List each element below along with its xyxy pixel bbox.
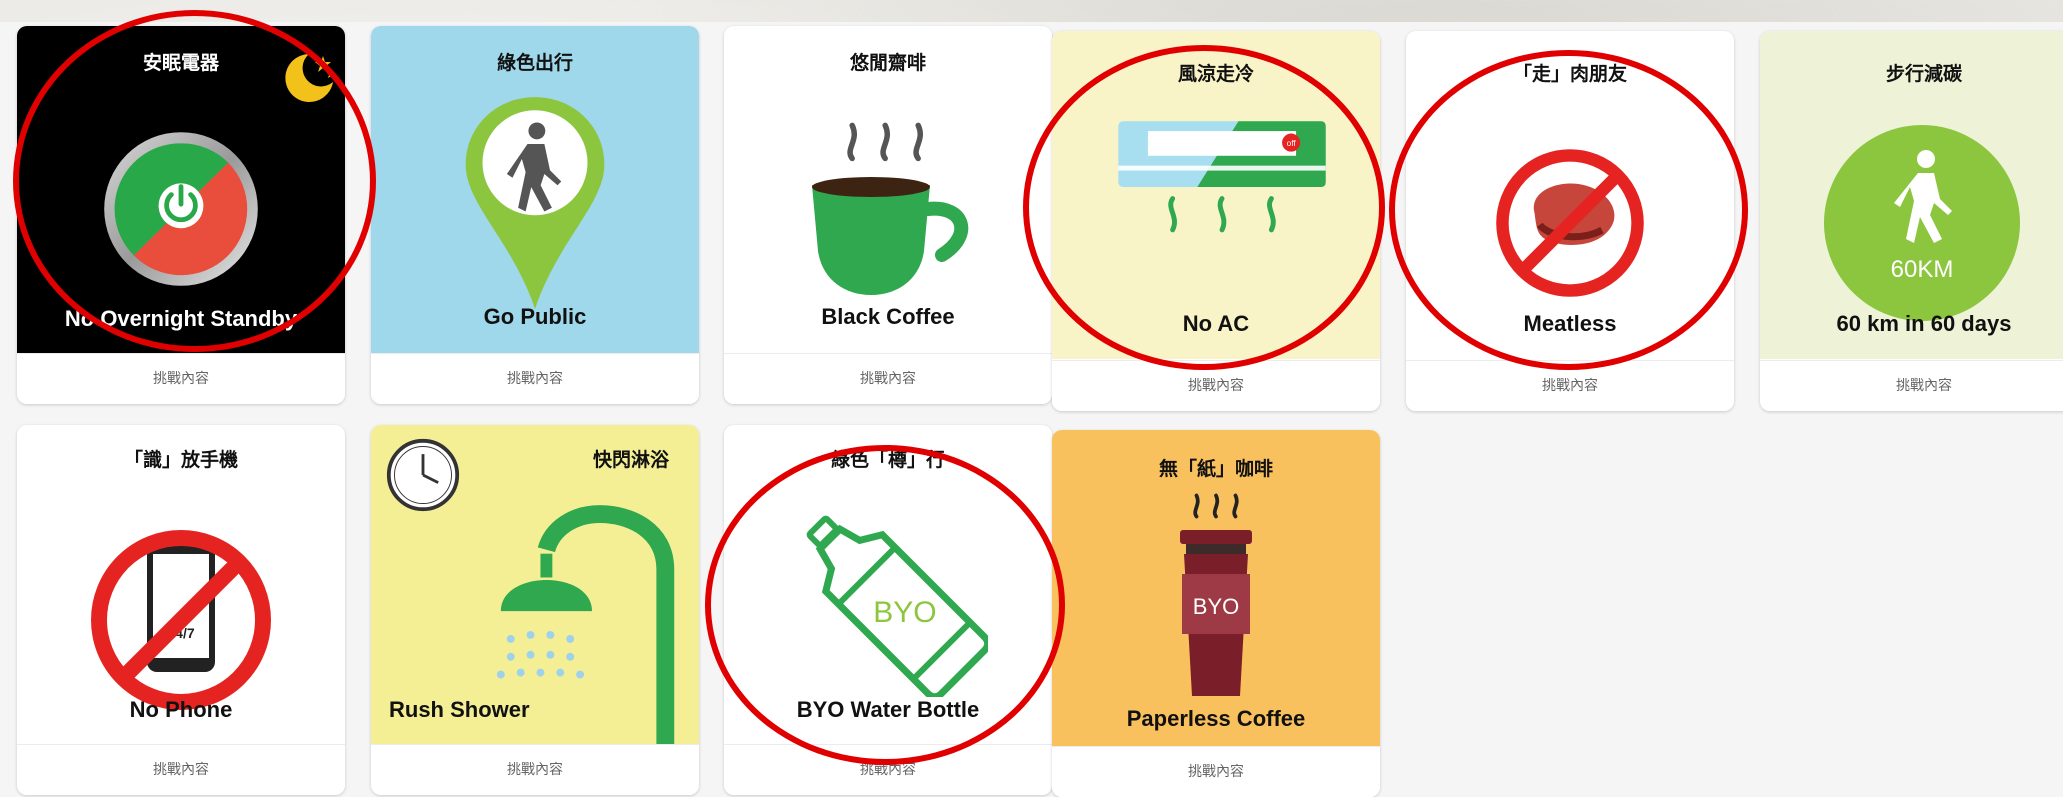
air-conditioner-off-icon: off	[1118, 121, 1326, 233]
no-phone-icon: 24/7	[91, 530, 271, 710]
challenge-card-paperless-coffee[interactable]: BYO 無「紙」咖啡 Paperless Coffee 挑戰內容	[1052, 430, 1380, 797]
challenge-details-link[interactable]: 挑戰內容	[1052, 360, 1380, 411]
card-title: 安眠電器	[142, 52, 219, 74]
challenge-card-rush-shower[interactable]: 快閃淋浴 Rush Shower 挑戰內容	[371, 425, 699, 795]
card-title: 「走」肉朋友	[1512, 63, 1627, 85]
challenge-card-go-public[interactable]: 綠色出行 Go Public 挑戰內容	[371, 26, 699, 404]
steam-icon	[1193, 493, 1239, 519]
challenge-card-byo-water-bottle[interactable]: BYO 綠色「樽」行 BYO Water Bottle 挑戰內容	[724, 425, 1052, 795]
challenge-details-link[interactable]: 挑戰內容	[371, 744, 699, 795]
card-label: BYO Water Bottle	[796, 697, 980, 722]
card-title: 快閃淋浴	[592, 449, 669, 471]
ac-off-badge: off	[1287, 139, 1297, 148]
reusable-cup-icon: BYO	[1180, 530, 1252, 696]
card-label: 60 km in 60 days	[1836, 311, 2012, 336]
steam-icon	[847, 122, 923, 162]
card-label: No Overnight Standby	[64, 306, 298, 331]
challenge-details-link[interactable]: 挑戰內容	[724, 353, 1052, 404]
card-label: Rush Shower	[389, 697, 530, 722]
cup-byo-badge: BYO	[1193, 594, 1239, 619]
location-pin-walker-icon	[465, 97, 605, 309]
challenge-details-link[interactable]: 挑戰內容	[17, 353, 345, 404]
card-label: Go Public	[483, 304, 587, 329]
challenge-details-link[interactable]: 挑戰內容	[1406, 360, 1734, 411]
challenge-card-no-phone[interactable]: 24/7 「識」放手機 No Phone 挑戰內容	[17, 425, 345, 795]
card-title: 悠閒齋啡	[849, 52, 926, 74]
challenge-details-link[interactable]: 挑戰內容	[371, 353, 699, 404]
challenge-details-link[interactable]: 挑戰內容	[17, 744, 345, 795]
card-label: Black Coffee	[821, 304, 955, 329]
challenge-card-no-overnight-standby[interactable]: 安眠電器 No Overnight Standby 挑戰內容	[17, 26, 345, 404]
coffee-cup-icon	[812, 177, 969, 295]
clock-icon	[386, 438, 460, 512]
challenge-card-meatless[interactable]: 「走」肉朋友 Meatless 挑戰內容	[1406, 31, 1734, 411]
challenge-card-no-ac[interactable]: off 風涼走冷 No AC 挑戰內容	[1052, 31, 1380, 411]
card-label: Meatless	[1523, 311, 1617, 336]
no-meat-icon	[1496, 149, 1644, 297]
bottle-byo-badge: BYO	[873, 596, 936, 629]
card-title: 步行減碳	[1885, 63, 1962, 85]
card-title: 綠色出行	[496, 52, 573, 74]
card-label: Paperless Coffee	[1126, 706, 1306, 731]
card-label: No AC	[1182, 311, 1250, 336]
water-bottle-icon: BYO	[806, 515, 988, 697]
card-label: No Phone	[129, 697, 233, 722]
challenge-card-black-coffee[interactable]: 悠閒齋啡 Black Coffee 挑戰內容	[724, 26, 1052, 404]
challenge-card-60km-in-60-days[interactable]: 60KM 步行減碳 60 km in 60 days 挑戰內容	[1760, 31, 2063, 411]
card-title: 綠色「樽」行	[830, 449, 945, 471]
card-title: 「識」放手機	[123, 449, 238, 471]
card-face	[17, 26, 345, 354]
distance-badge: 60KM	[1891, 256, 1954, 283]
challenge-details-link[interactable]: 挑戰內容	[1052, 746, 1380, 797]
power-button-icon	[104, 132, 258, 286]
challenge-details-link[interactable]: 挑戰內容	[1760, 360, 2063, 411]
card-title: 風涼走冷	[1177, 63, 1254, 85]
challenge-details-link[interactable]: 挑戰內容	[724, 744, 1052, 795]
card-title: 無「紙」咖啡	[1158, 458, 1273, 480]
walking-60km-icon: 60KM	[1824, 125, 2020, 321]
